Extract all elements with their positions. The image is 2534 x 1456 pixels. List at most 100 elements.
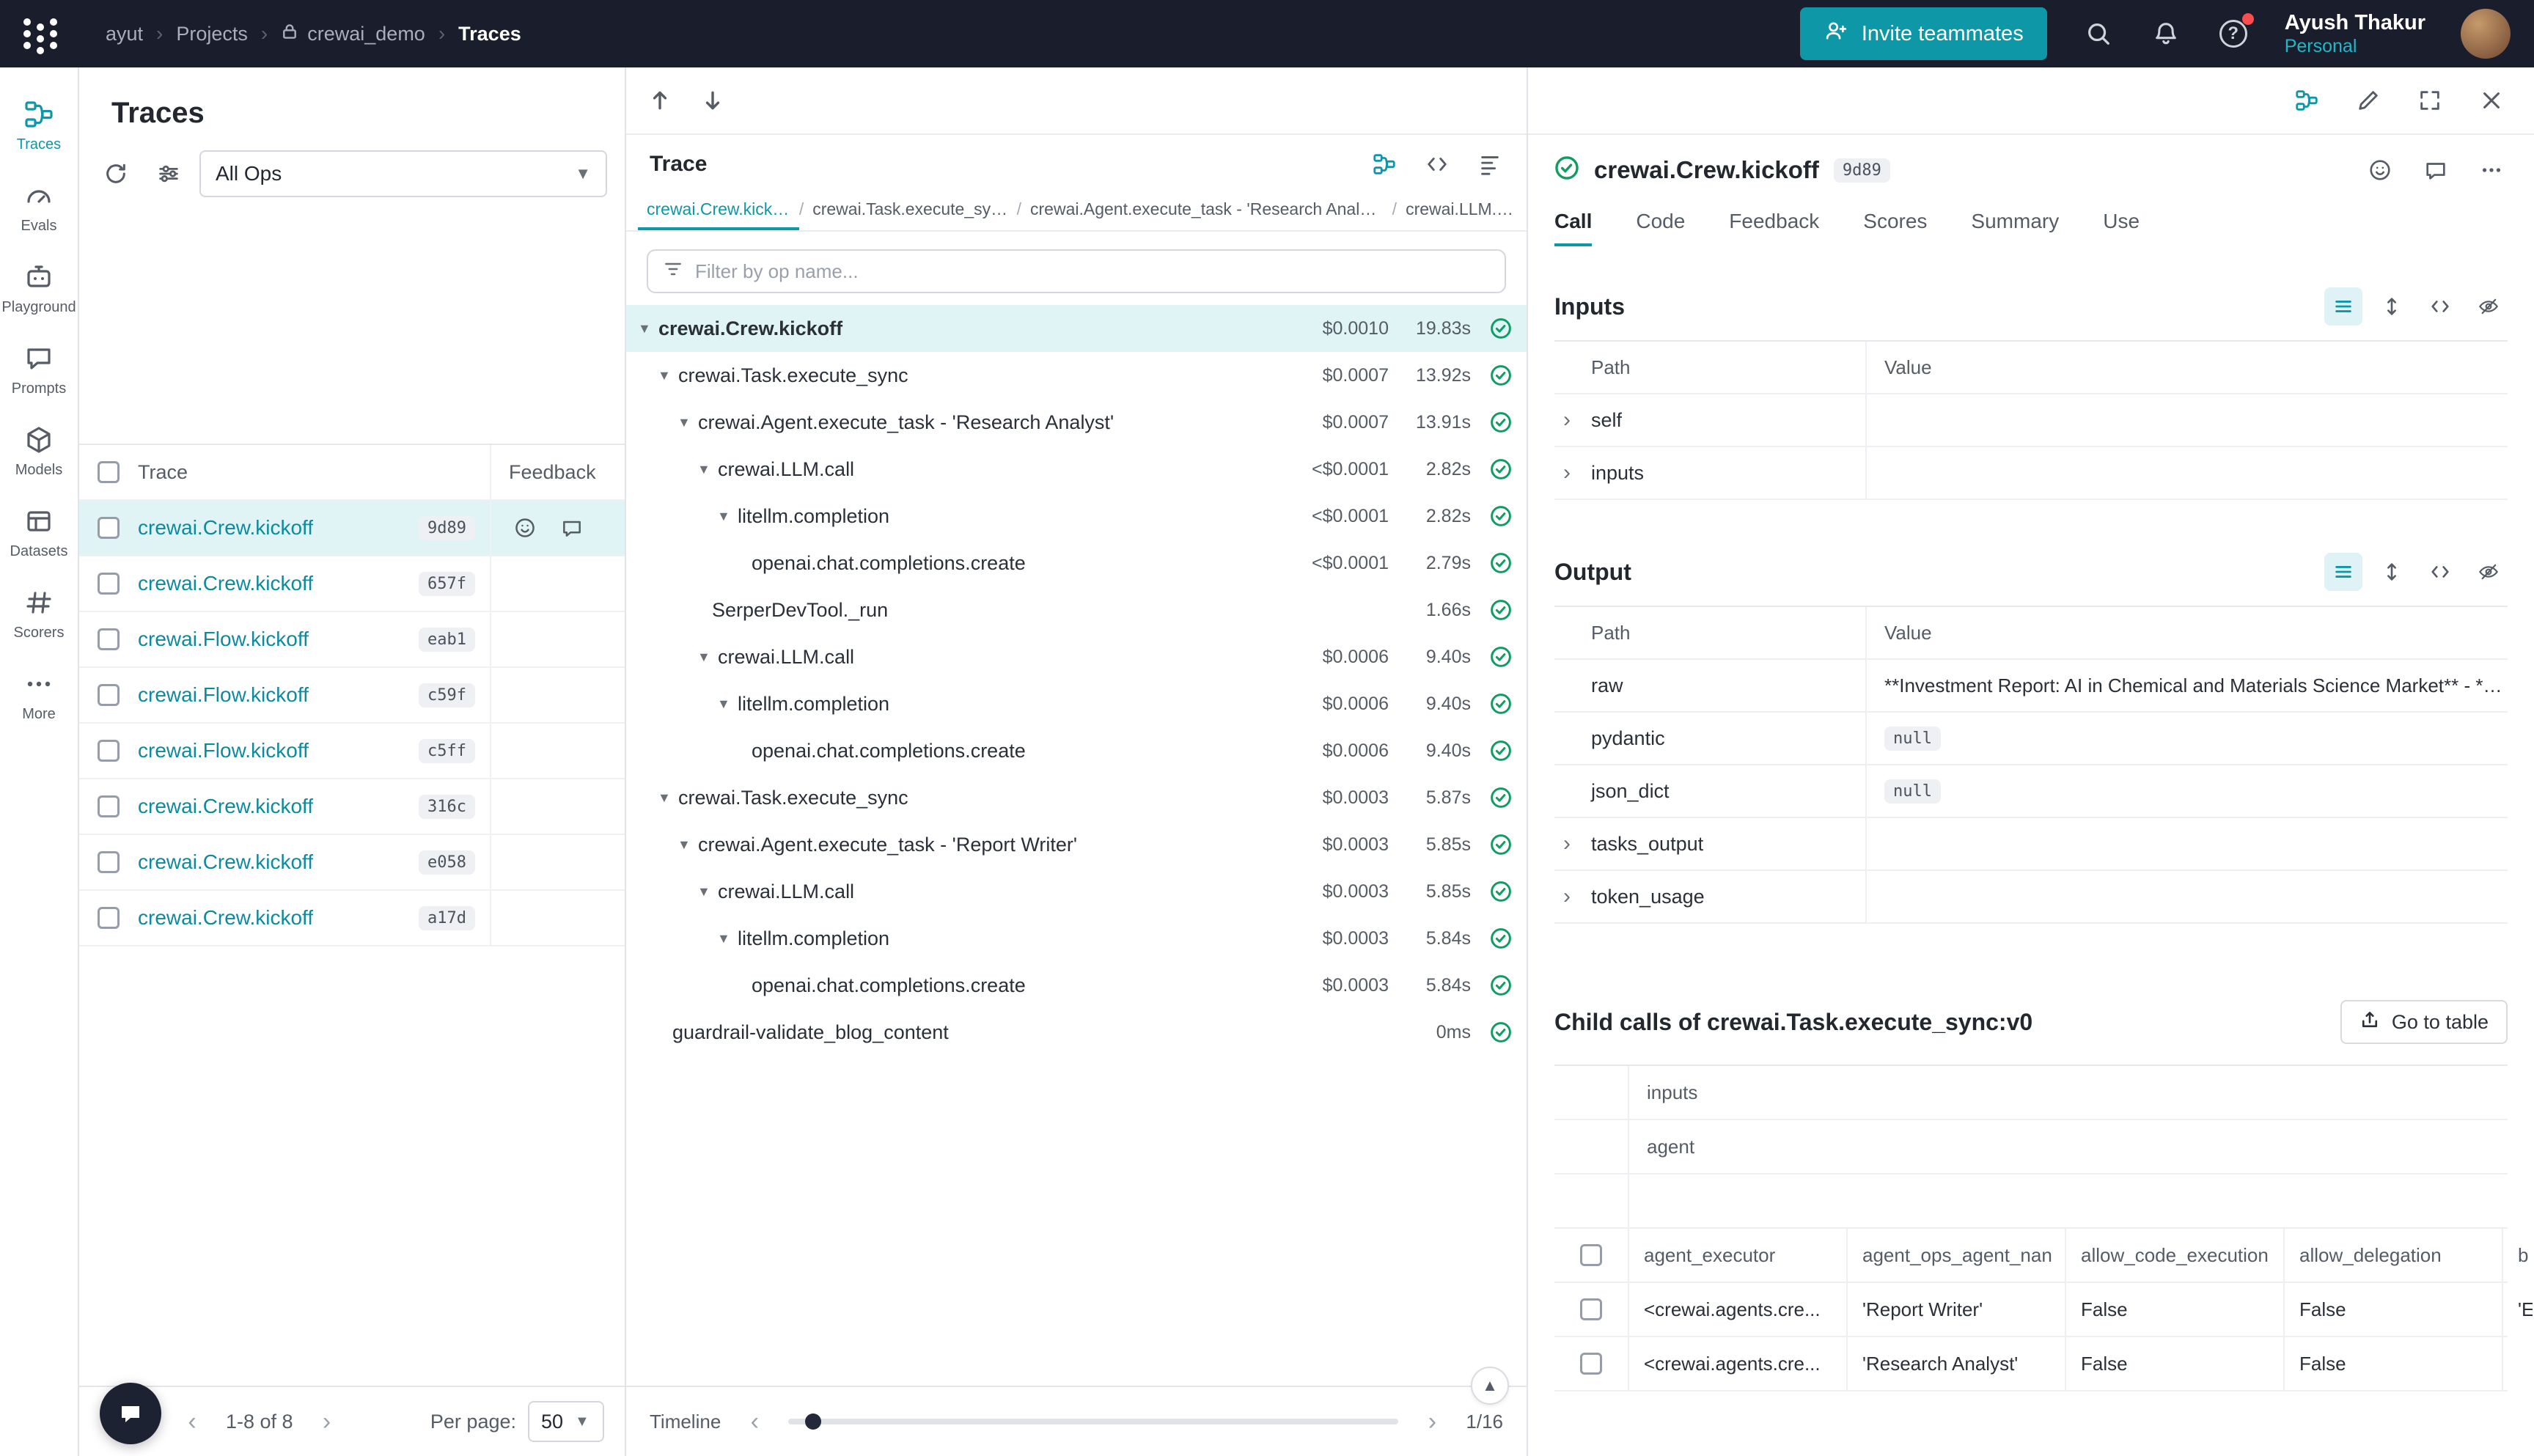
trace-table-row[interactable]: crewai.Flow.kickoff c59f (79, 668, 625, 724)
trace-tree-row[interactable]: ▼ crewai.LLM.call $0.0006 9.40s (626, 633, 1527, 680)
expand-all-icon[interactable] (2373, 553, 2411, 591)
trace-tree-row[interactable]: SerperDevTool._run 1.66s (626, 587, 1527, 633)
kv-row[interactable]: json_dict null (1554, 765, 2508, 818)
row-checkbox[interactable] (98, 573, 120, 595)
child-table-row[interactable]: <crewai.agents.cre...'Report Writer'Fals… (1554, 1283, 2508, 1337)
code-view-button[interactable] (1421, 148, 1453, 180)
collapse-icon[interactable]: ▼ (697, 884, 718, 900)
trace-tree-row[interactable]: ▼ litellm.completion $0.0003 5.84s (626, 915, 1527, 962)
trace-tree-row[interactable]: openai.chat.completions.create $0.0006 9… (626, 727, 1527, 774)
previous-call-arrow-up-button[interactable] (638, 78, 682, 122)
trace-table-row[interactable]: crewai.Flow.kickoff c5ff (79, 724, 625, 779)
trace-tree-row[interactable]: ▼ crewai.Agent.execute_task - 'Research … (626, 399, 1527, 446)
trace-link[interactable]: crewai.Crew.kickoff (138, 906, 313, 930)
sidebar-item-evals[interactable]: Evals (0, 166, 78, 248)
collapse-icon[interactable]: ▼ (658, 368, 678, 383)
trace-tree-row[interactable]: ▼ crewai.LLM.call $0.0003 5.85s (626, 868, 1527, 915)
call-path-tab[interactable]: crewai.Agent.execute_task - 'Research An… (1021, 188, 1392, 230)
timeline-slider[interactable] (788, 1419, 1398, 1424)
breadcrumb-project[interactable]: crewai_demo (281, 23, 425, 45)
trace-table-row[interactable]: crewai.Crew.kickoff 316c (79, 779, 625, 835)
tab-use[interactable]: Use (2103, 196, 2140, 246)
go-to-table-button[interactable]: Go to table (2340, 1000, 2508, 1044)
expand-icon[interactable]: › (1563, 409, 1581, 431)
call-path-tab[interactable]: crewai.LLM.cal (1397, 188, 1527, 230)
hide-values-icon[interactable] (2469, 553, 2508, 591)
row-checkbox[interactable] (98, 795, 120, 817)
call-path-tab[interactable]: crewai.Task.execute_sync (804, 188, 1016, 230)
trace-link[interactable]: crewai.Flow.kickoff (138, 739, 309, 762)
row-checkbox[interactable] (1580, 1353, 1602, 1375)
kv-row[interactable]: › inputs (1554, 447, 2508, 500)
collapse-icon[interactable]: ▼ (697, 650, 718, 665)
add-reaction-icon[interactable] (2364, 154, 2396, 186)
per-page-select[interactable]: 50 ▼ (528, 1401, 604, 1442)
collapse-icon[interactable]: ▼ (638, 321, 658, 337)
trace-tree-row[interactable]: ▼ litellm.completion $0.0006 9.40s (626, 680, 1527, 727)
row-checkbox[interactable] (98, 628, 120, 650)
trace-link[interactable]: crewai.Flow.kickoff (138, 628, 309, 651)
tab-scores[interactable]: Scores (1863, 196, 1927, 246)
trace-table-row[interactable]: crewai.Flow.kickoff eab1 (79, 612, 625, 668)
select-all-checkbox[interactable] (1580, 1244, 1602, 1266)
trace-table-row[interactable]: crewai.Crew.kickoff 657f (79, 556, 625, 612)
next-page-button[interactable]: › (308, 1402, 346, 1441)
help-icon[interactable]: ? (2217, 18, 2250, 50)
trace-tree-row[interactable]: ▼ crewai.Task.execute_sync $0.0007 13.92… (626, 352, 1527, 399)
hide-values-icon[interactable] (2469, 287, 2508, 326)
search-icon[interactable] (2082, 18, 2115, 50)
notifications-bell-icon[interactable] (2150, 18, 2182, 50)
trace-tree-row[interactable]: openai.chat.completions.create <$0.0001 … (626, 540, 1527, 587)
row-checkbox[interactable] (98, 907, 120, 929)
collapse-icon[interactable]: ▼ (658, 790, 678, 806)
child-table-row[interactable]: <crewai.agents.cre...'Research Analyst'F… (1554, 1337, 2508, 1391)
timeline-prev-button[interactable]: ‹ (735, 1402, 774, 1441)
timeline-next-button[interactable]: › (1413, 1402, 1451, 1441)
kv-row[interactable]: raw **Investment Report: AI in Chemical … (1554, 660, 2508, 713)
edit-pencil-button[interactable] (2352, 84, 2384, 117)
code-view-icon[interactable] (2421, 553, 2459, 591)
trace-link[interactable]: crewai.Crew.kickoff (138, 516, 313, 540)
call-id-badge[interactable]: 9d89 (1834, 158, 1890, 183)
tree-view-button[interactable] (1368, 148, 1400, 180)
list-view-icon[interactable] (2324, 287, 2362, 326)
trace-table-row[interactable]: crewai.Crew.kickoff 9d89 (79, 501, 625, 556)
trace-link[interactable]: crewai.Crew.kickoff (138, 795, 313, 818)
split-view-button[interactable] (2291, 84, 2323, 117)
row-checkbox[interactable] (1580, 1298, 1602, 1320)
sidebar-item-more[interactable]: More (0, 655, 78, 736)
trace-link[interactable]: crewai.Flow.kickoff (138, 683, 309, 707)
sidebar-item-models[interactable]: Models (0, 411, 78, 492)
tab-summary[interactable]: Summary (1971, 196, 2059, 246)
timeline-slider-handle[interactable] (805, 1413, 821, 1430)
kv-row[interactable]: › self (1554, 394, 2508, 447)
breadcrumb-projects[interactable]: Projects (176, 23, 248, 45)
columns-settings-button[interactable] (147, 152, 191, 196)
comment-icon[interactable] (2420, 154, 2452, 186)
trace-link[interactable]: crewai.Crew.kickoff (138, 572, 313, 595)
comment-icon[interactable] (556, 512, 588, 544)
expand-icon[interactable]: › (1563, 886, 1581, 908)
collapse-icon[interactable]: ▼ (717, 931, 738, 946)
trace-tree-row[interactable]: guardrail-validate_blog_content 0ms (626, 1009, 1527, 1056)
user-menu[interactable]: Ayush Thakur Personal (2285, 10, 2425, 58)
row-checkbox[interactable] (98, 851, 120, 873)
refresh-button[interactable] (94, 152, 138, 196)
expand-icon[interactable]: › (1563, 833, 1581, 855)
close-icon[interactable] (2475, 84, 2508, 117)
collapse-icon[interactable]: ▼ (677, 415, 698, 430)
row-checkbox[interactable] (98, 517, 120, 539)
breadcrumb-entity[interactable]: ayut (106, 23, 143, 45)
ops-filter-dropdown[interactable]: All Ops ▼ (199, 150, 607, 197)
add-reaction-icon[interactable] (509, 512, 541, 544)
trace-tree-row[interactable]: ▼ crewai.Agent.execute_task - 'Report Wr… (626, 821, 1527, 868)
trace-tree-row[interactable]: openai.chat.completions.create $0.0003 5… (626, 962, 1527, 1009)
tab-code[interactable]: Code (1636, 196, 1685, 246)
collapse-icon[interactable]: ▼ (677, 837, 698, 853)
kv-row[interactable]: › tasks_output (1554, 818, 2508, 871)
trace-table-row[interactable]: crewai.Crew.kickoff e058 (79, 835, 625, 891)
breadcrumb-traces[interactable]: Traces (458, 23, 521, 45)
trace-table-row[interactable]: crewai.Crew.kickoff a17d (79, 891, 625, 946)
next-call-arrow-down-button[interactable] (691, 78, 735, 122)
invite-teammates-button[interactable]: Invite teammates (1800, 7, 2047, 60)
